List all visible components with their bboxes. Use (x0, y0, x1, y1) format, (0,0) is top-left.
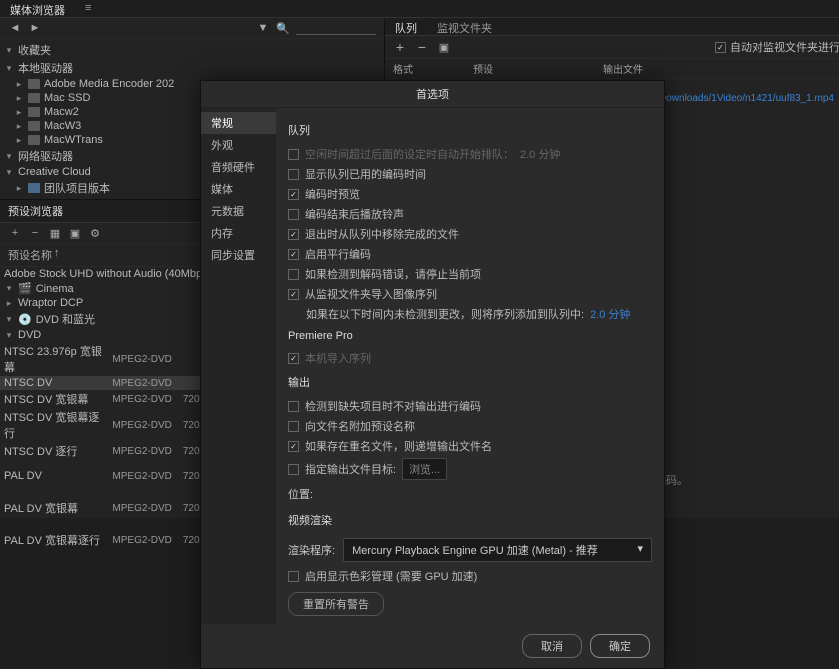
chk-stop[interactable] (288, 269, 299, 280)
col-output: 输出文件 (603, 61, 834, 76)
fwd-icon[interactable]: ► (28, 21, 42, 35)
chk-increment[interactable] (288, 441, 299, 452)
chk-color[interactable] (288, 571, 299, 582)
filter-icon[interactable]: ▼ (256, 21, 270, 35)
pref-nav-item[interactable]: 音频硬件 (201, 156, 276, 178)
tab-watch[interactable]: 监视文件夹 (427, 18, 502, 36)
chk-preview[interactable] (288, 189, 299, 200)
col-format: 格式 (393, 61, 473, 76)
cancel-button[interactable]: 取消 (522, 634, 582, 658)
remove-preset-icon[interactable]: − (28, 226, 42, 240)
auto-encode-checkbox[interactable]: 自动对监视文件夹进行编码 (715, 39, 839, 55)
chk-native (288, 353, 299, 364)
tree-local-drives[interactable]: ▾本地驱动器 (0, 59, 384, 77)
dialog-title: 首选项 (201, 81, 664, 108)
section-queue: 队列 (288, 122, 652, 138)
duplicate-icon[interactable]: ▣ (437, 40, 451, 54)
status-text: 就绪 (834, 93, 839, 108)
reset-warnings-button[interactable]: 重置所有警告 (288, 592, 384, 616)
remove-source-icon[interactable]: − (415, 40, 429, 54)
pref-nav-item[interactable]: 常规 (201, 112, 276, 134)
section-premiere: Premiere Pro (288, 330, 652, 342)
pref-nav-item[interactable]: 媒体 (201, 178, 276, 200)
search-icon[interactable]: 🔍 (276, 21, 290, 35)
location-label: 位置: (288, 486, 313, 502)
pref-nav-item[interactable]: 同步设置 (201, 244, 276, 266)
ok-button[interactable]: 确定 (590, 634, 650, 658)
pref-nav-item[interactable]: 元数据 (201, 200, 276, 222)
back-icon[interactable]: ◄ (8, 21, 22, 35)
chk-append[interactable] (288, 421, 299, 432)
render-label: 渲染程序: (288, 542, 335, 558)
chk-parallel[interactable] (288, 249, 299, 260)
pref-nav-item[interactable]: 内存 (201, 222, 276, 244)
preset-new-icon[interactable]: ▣ (68, 226, 82, 240)
add-preset-icon[interactable]: + (8, 226, 22, 240)
search-input[interactable] (296, 21, 376, 35)
preset-settings-icon[interactable]: ▦ (48, 226, 62, 240)
section-output: 输出 (288, 374, 652, 390)
chk-target[interactable] (288, 464, 299, 475)
tab-close-icon[interactable]: ≡ (75, 0, 101, 18)
tree-favorites[interactable]: ▾收藏夹 (0, 41, 384, 59)
chk-remove[interactable] (288, 229, 299, 240)
tab-queue[interactable]: 队列 (385, 18, 427, 36)
pref-nav-item[interactable]: 外观 (201, 134, 276, 156)
chk-missing[interactable] (288, 401, 299, 412)
preferences-dialog: 首选项 常规外观音频硬件媒体元数据内存同步设置 队列 空闲时间超过后面的设定时自… (200, 80, 665, 669)
chk-idle[interactable] (288, 149, 299, 160)
chk-sound[interactable] (288, 209, 299, 220)
preset-opts-icon[interactable]: ⚙ (88, 226, 102, 240)
render-select[interactable]: Mercury Playback Engine GPU 加速 (Metal) -… (343, 538, 652, 562)
tab-media-browser[interactable]: 媒体浏览器 (0, 0, 75, 18)
add-source-icon[interactable]: + (393, 40, 407, 54)
col-status: 状态 (834, 61, 839, 76)
section-render: 视频渲染 (288, 512, 652, 528)
preset-browser-title: 预设浏览器 (8, 206, 63, 218)
col-preset-name: 预设名称 (8, 247, 52, 263)
col-preset: 预设 (473, 61, 603, 76)
chk-import-seq[interactable] (288, 289, 299, 300)
browse-button[interactable]: 浏览... (402, 458, 447, 480)
chk-showtime[interactable] (288, 169, 299, 180)
reimport-time[interactable]: 2.0 分钟 (590, 306, 630, 322)
